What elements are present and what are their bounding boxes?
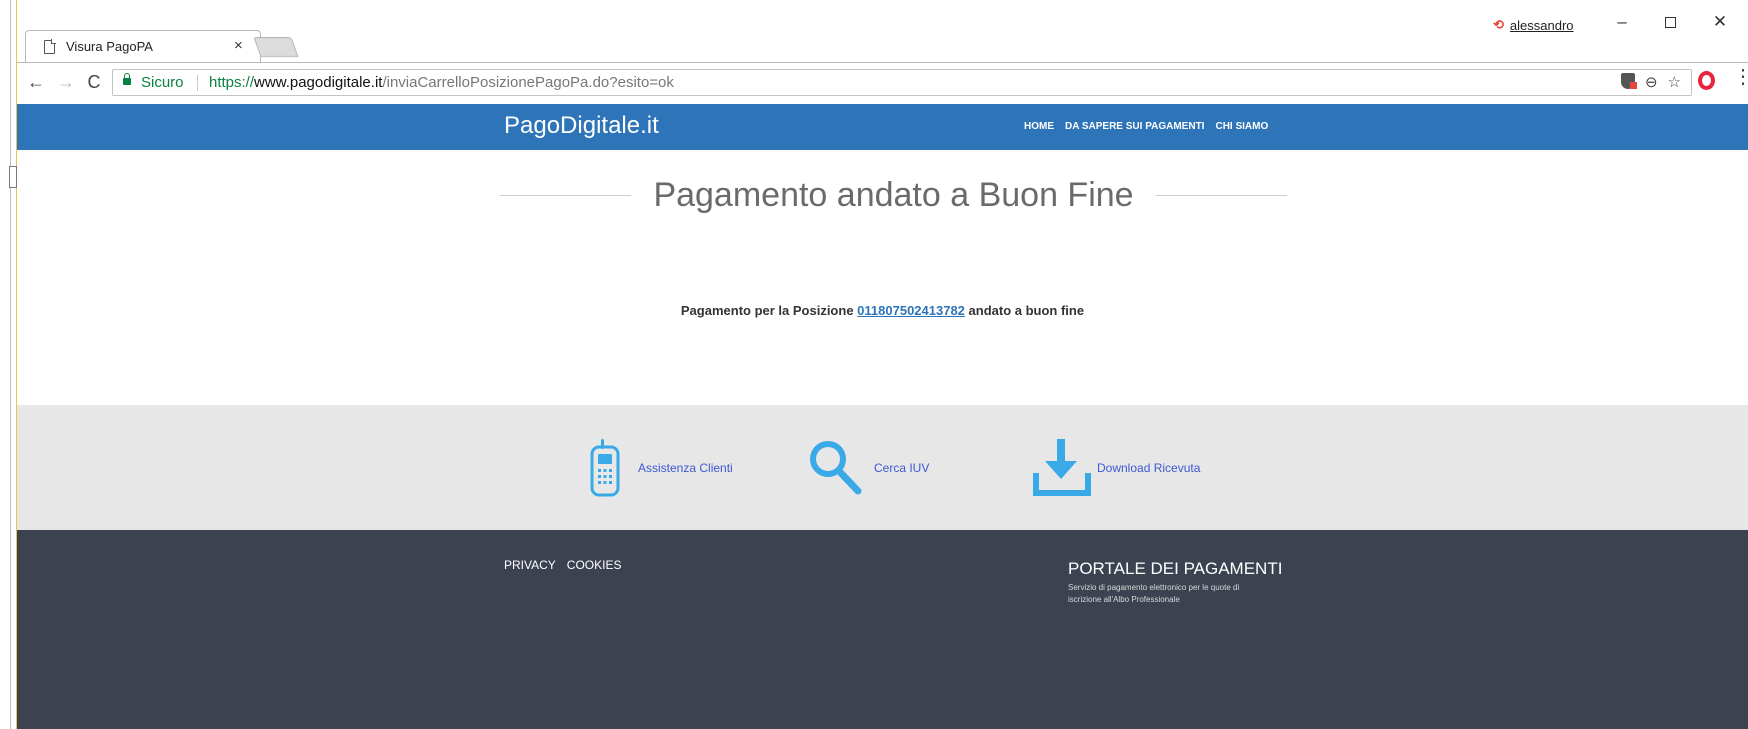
title-rule-right [1155, 194, 1288, 196]
message-prefix: Pagamento per la Posizione [680, 303, 854, 318]
nav-da-sapere[interactable]: DA SAPERE SUI PAGAMENTI [1065, 121, 1204, 132]
desktop-handle [9, 166, 17, 188]
url-path: /inviaCarrelloPosizionePagoPa.do?esito=o… [382, 74, 674, 91]
main-nav: HOME DA SAPERE SUI PAGAMENTI CHI SIAMO [1024, 121, 1268, 132]
site-header: PagoDigitale.it HOME DA SAPERE SUI PAGAM… [17, 104, 1748, 150]
legal-links: PRIVACY COOKIES [504, 558, 621, 572]
assistenza-clienti-label: Assistenza Clienti [638, 461, 733, 475]
cerca-iuv-label: Cerca IUV [874, 461, 930, 475]
profile-button[interactable]: ⟲ alessandro [1493, 17, 1574, 33]
message-suffix: andato a buon fine [968, 303, 1085, 318]
profile-name: alessandro [1509, 17, 1574, 33]
forward-button[interactable]: → [55, 72, 77, 93]
sync-icon: ⟲ [1493, 17, 1504, 32]
magnifier-icon [810, 441, 862, 495]
page-title: Pagamento andato a Buon Fine [653, 175, 1134, 214]
omnibox-actions: ⊖ ☆ [1620, 73, 1681, 91]
maximize-icon [1664, 17, 1676, 28]
secure-label: Sicuro [141, 74, 184, 91]
bookmark-star-icon[interactable]: ☆ [1668, 73, 1681, 91]
back-button[interactable]: ← [25, 72, 47, 93]
omnibox-divider [197, 75, 198, 91]
blocked-content-icon[interactable] [1620, 73, 1637, 89]
title-row: Pagamento andato a Buon Fine [500, 172, 1288, 218]
assistenza-clienti-link[interactable]: Assistenza Clienti [590, 439, 733, 497]
reload-button[interactable]: C [83, 72, 105, 93]
window-border [10, 0, 11, 729]
service-links-band: Assistenza Clienti Cerca IUV Download Ri… [17, 405, 1748, 530]
title-rule-left [500, 194, 632, 196]
url-text: https://www.pagodigitale.it/inviaCarrell… [209, 74, 674, 91]
minimize-button[interactable]: – [1607, 12, 1637, 32]
browser-menu-icon[interactable]: ⋮ [1733, 67, 1748, 87]
download-icon [1033, 439, 1091, 496]
cookies-link[interactable]: COOKIES [567, 558, 622, 572]
desktop-edge [0, 0, 17, 729]
mobile-phone-icon [590, 439, 620, 497]
cerca-iuv-link[interactable]: Cerca IUV [806, 439, 929, 497]
tab-strip: Visura PagoPA × ⟲ alessandro – ✕ [17, 0, 1748, 63]
address-bar[interactable]: Sicuro https://www.pagodigitale.it/invia… [112, 69, 1692, 96]
document-icon [44, 40, 55, 54]
url-host: www.pagodigitale.it [254, 74, 383, 91]
maximize-button[interactable] [1655, 12, 1685, 33]
portal-title: PORTALE DEI PAGAMENTI [1068, 559, 1283, 578]
tab-title: Visura PagoPA [66, 39, 153, 54]
lock-icon [123, 73, 131, 85]
zoom-icon[interactable]: ⊖ [1645, 73, 1658, 91]
browser-tab[interactable]: Visura PagoPA × [25, 30, 261, 63]
tab-close-icon[interactable]: × [234, 37, 243, 54]
new-tab-button[interactable] [253, 37, 299, 57]
nav-chi-siamo[interactable]: CHI SIAMO [1215, 121, 1268, 132]
browser-toolbar: ← → C Sicuro https://www.pagodigitale.it… [17, 62, 1748, 104]
position-code-link[interactable]: 011807502413782 [857, 303, 965, 318]
opera-extension-icon[interactable] [1698, 71, 1715, 90]
privacy-link[interactable]: PRIVACY [504, 558, 556, 572]
url-scheme: https:// [209, 74, 255, 91]
site-footer: PRIVACY COOKIES PORTALE DEI PAGAMENTI Se… [17, 530, 1748, 729]
site-brand[interactable]: PagoDigitale.it [504, 112, 659, 140]
download-ricevuta-label: Download Ricevuta [1097, 461, 1201, 475]
payment-result-message: Pagamento per la Posizione 0118075024137… [17, 303, 1748, 318]
browser-chrome: Visura PagoPA × ⟲ alessandro – ✕ ← → C S… [17, 0, 1748, 104]
nav-home[interactable]: HOME [1024, 121, 1054, 132]
main-content: Pagamento andato a Buon Fine Pagamento p… [17, 150, 1748, 405]
portal-description: Servizio di pagamento elettronico per le… [1068, 583, 1240, 604]
download-ricevuta-link[interactable]: Download Ricevuta [1033, 439, 1200, 497]
close-window-button[interactable]: ✕ [1705, 12, 1735, 32]
